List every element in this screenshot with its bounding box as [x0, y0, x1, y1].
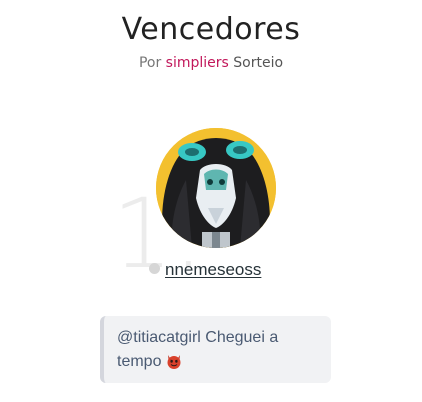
avatar [156, 128, 276, 248]
status-dot [149, 263, 160, 274]
page-title: Vencedores [121, 12, 301, 47]
devil-face-icon [165, 352, 183, 370]
byline-prefix: Por [138, 55, 162, 71]
comment-text: @titiacatgirl Cheguei a tempo [117, 329, 279, 370]
byline-suffix: Sorteio [233, 55, 284, 71]
brand-link[interactable]: simpliers [166, 55, 229, 71]
avatar-image [156, 128, 276, 248]
winner-username-link[interactable]: nnemeseoss [165, 260, 261, 280]
winner-comment: @titiacatgirl Cheguei a tempo [100, 316, 331, 383]
byline: Por simpliers Sorteio [0, 55, 422, 71]
